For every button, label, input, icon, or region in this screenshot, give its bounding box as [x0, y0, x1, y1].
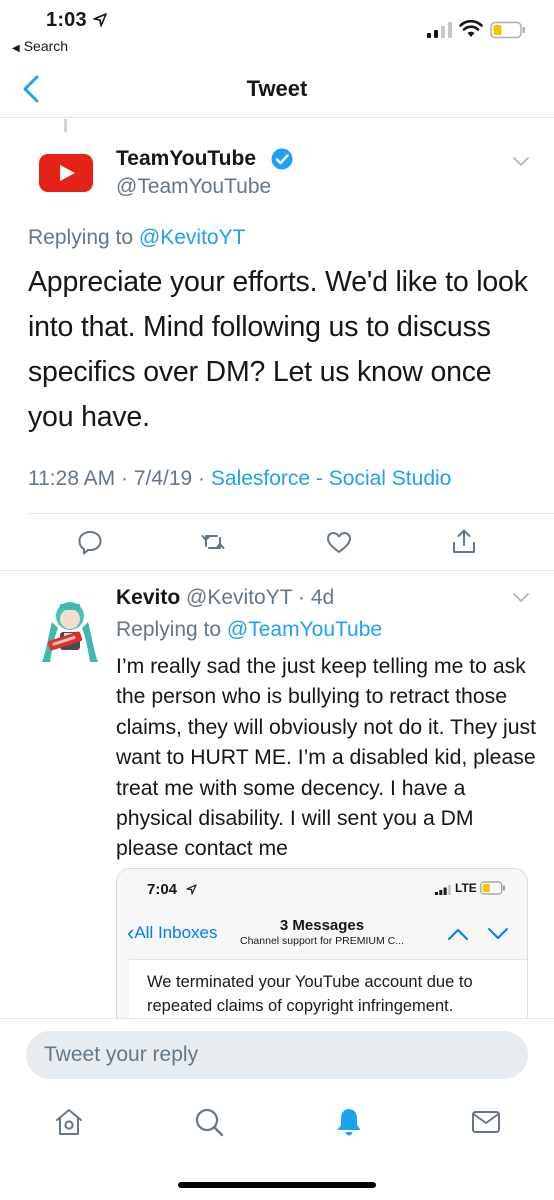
- embedded-message-text: We terminated your YouTube account due t…: [147, 973, 473, 1015]
- back-app-label: Search: [23, 38, 69, 54]
- tweet-source-link[interactable]: Salesforce - Social Studio: [211, 467, 451, 490]
- embedded-signal-icon: [435, 885, 451, 895]
- reply-author-name[interactable]: Kevito: [116, 586, 180, 609]
- status-bar: 1:03 ◀ Search: [0, 0, 554, 60]
- tweet-meta: 11:28 AM · 7/4/19 · Salesforce - Social …: [28, 467, 451, 491]
- embedded-network-label: LTE: [455, 881, 477, 895]
- replying-to-link[interactable]: @KevitoYT: [139, 226, 246, 249]
- back-to-search-button[interactable]: ◀ Search: [12, 38, 68, 54]
- reply-icon[interactable]: [76, 528, 104, 556]
- reply-options-chevron-icon[interactable]: [512, 592, 530, 604]
- home-indicator: [178, 1182, 376, 1188]
- reply-handle-time[interactable]: @KevitoYT · 4d: [180, 586, 334, 609]
- embedded-title: 3 Messages: [279, 917, 365, 934]
- embedded-chevron-up-icon: [448, 929, 468, 940]
- notifications-icon[interactable]: [333, 1106, 365, 1138]
- cellular-signal-icon: [427, 22, 452, 38]
- embedded-status-time: 7:04: [147, 881, 178, 898]
- reply-composer: [0, 1018, 554, 1088]
- messages-icon[interactable]: [470, 1106, 502, 1138]
- youtube-logo-avatar[interactable]: [39, 154, 93, 192]
- embedded-subtitle: Channel support for PREMIUM C...: [240, 935, 404, 947]
- back-triangle-icon: ◀: [12, 43, 20, 54]
- embedded-header: 3 Messages Channel support for PREMIUM C…: [217, 917, 427, 947]
- wifi-icon: [459, 20, 483, 37]
- like-icon[interactable]: [325, 528, 353, 556]
- reply-header: Kevito @KevitoYT · 4d: [116, 586, 334, 610]
- home-icon[interactable]: [53, 1106, 85, 1138]
- battery-icon: [490, 21, 525, 39]
- replying-to-line: Replying to @KevitoYT: [28, 226, 245, 250]
- tweet-reply-input[interactable]: [26, 1031, 528, 1079]
- page-title: Tweet: [246, 76, 308, 101]
- author-display-name[interactable]: TeamYouTube: [116, 147, 256, 171]
- author-handle[interactable]: @TeamYouTube: [116, 175, 271, 199]
- embedded-back-inboxes: ‹All Inboxes: [127, 922, 218, 944]
- reply-replying-to-prefix: Replying to: [116, 618, 227, 641]
- embedded-battery-icon: [480, 881, 505, 895]
- thread-connector-line: [64, 119, 67, 132]
- tweet-text: Appreciate your efforts. We'd like to lo…: [28, 266, 528, 433]
- divider: [0, 570, 554, 571]
- status-time: 1:03: [46, 9, 87, 31]
- tweet-options-chevron-icon[interactable]: [512, 156, 530, 168]
- location-arrow-icon: [93, 13, 107, 27]
- embedded-back-label: All Inboxes: [134, 923, 218, 942]
- verified-badge-icon: [271, 148, 293, 170]
- share-icon[interactable]: [450, 528, 478, 556]
- replying-to-prefix: Replying to: [28, 226, 139, 249]
- reply-text: I’m really sad the just keep telling me …: [116, 655, 537, 861]
- attached-image[interactable]: 7:04 LTE ‹All Inboxes 3 Messages Channel…: [116, 868, 528, 1028]
- embedded-location-arrow-icon: [186, 884, 197, 895]
- kevito-avatar[interactable]: [38, 592, 102, 666]
- search-icon[interactable]: [193, 1106, 225, 1138]
- reply-replying-to-line: Replying to @TeamYouTube: [116, 618, 382, 642]
- tweet-timestamp: 11:28 AM · 7/4/19 ·: [28, 467, 211, 490]
- divider: [28, 513, 554, 514]
- nav-bar: Tweet: [0, 60, 554, 118]
- reply-replying-to-link[interactable]: @TeamYouTube: [227, 618, 382, 641]
- retweet-icon[interactable]: [199, 528, 227, 556]
- embedded-chevron-down-icon: [488, 928, 508, 939]
